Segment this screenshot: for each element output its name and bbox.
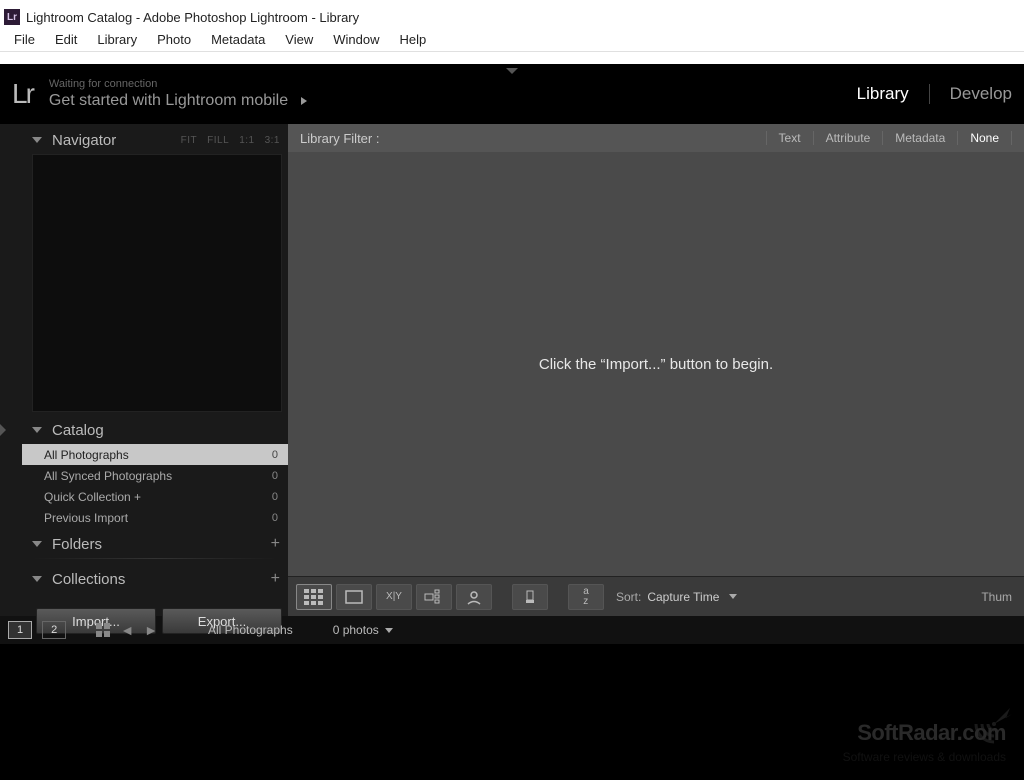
nav-zoom-fit[interactable]: FIT [181, 135, 198, 146]
dropdown-icon [385, 628, 393, 633]
connection-status: Waiting for connection [49, 78, 307, 90]
menubar: File Edit Library Photo Metadata View Wi… [0, 28, 1024, 52]
navigator-preview[interactable] [32, 154, 282, 412]
sort-label: Sort: [616, 590, 641, 604]
menu-library[interactable]: Library [87, 30, 147, 49]
filter-attribute[interactable]: Attribute [814, 131, 884, 145]
menu-window[interactable]: Window [323, 30, 389, 49]
catalog-panel: Catalog All Photographs 0 All Synced Pho… [22, 416, 288, 528]
menu-help[interactable]: Help [390, 30, 437, 49]
catalog-row-count: 0 [272, 449, 278, 461]
nav-zoom-3to1[interactable]: 3:1 [265, 135, 280, 146]
disclose-down-icon [32, 541, 42, 547]
get-started-label: Get started with Lightroom mobile [49, 92, 288, 109]
collections-header[interactable]: Collections + [22, 565, 288, 593]
module-develop[interactable]: Develop [950, 84, 1012, 104]
lightroom-logo: Lr [12, 78, 33, 110]
grid-view-icon[interactable] [296, 584, 332, 610]
add-collection-icon[interactable]: + [271, 570, 280, 588]
filmstrip[interactable] [0, 644, 1024, 706]
watermark-subtitle: Software reviews & downloads [843, 750, 1006, 764]
disclose-down-icon [32, 137, 42, 143]
work-area: Navigator FIT FILL 1:1 3:1 Catalog All [0, 124, 1024, 616]
main-window-button[interactable]: 1 [8, 621, 32, 639]
get-started-link[interactable]: Get started with Lightroom mobile [49, 92, 307, 110]
catalog-row-quick-collection[interactable]: Quick Collection + 0 [22, 486, 288, 507]
watermark: SoftRadar.com Software reviews & downloa… [843, 720, 1006, 764]
module-library[interactable]: Library [857, 84, 909, 104]
dropdown-icon [729, 594, 737, 599]
left-panel: Navigator FIT FILL 1:1 3:1 Catalog All [0, 124, 288, 616]
filter-metadata[interactable]: Metadata [883, 131, 958, 145]
disclose-down-icon [32, 576, 42, 582]
photo-count-text: 0 photos [333, 623, 379, 637]
menu-edit[interactable]: Edit [45, 30, 87, 49]
nav-zoom-fill[interactable]: FILL [207, 135, 229, 146]
menu-view[interactable]: View [275, 30, 323, 49]
app-chrome: Lr Waiting for connection Get started wi… [0, 64, 1024, 780]
watermark-brand: SoftRadar.com [843, 720, 1006, 746]
navigator-header[interactable]: Navigator FIT FILL 1:1 3:1 [22, 126, 288, 154]
disclose-down-icon [32, 427, 42, 433]
catalog-header[interactable]: Catalog [22, 416, 288, 444]
people-view-icon[interactable] [456, 584, 492, 610]
left-panel-handle-icon[interactable] [0, 424, 6, 436]
folders-title: Folders [52, 536, 102, 553]
catalog-title: Catalog [52, 422, 104, 439]
filter-text[interactable]: Text [766, 131, 814, 145]
loupe-view-icon[interactable] [336, 584, 372, 610]
toolbar: X|Y az Sort: Capture Time Thum [288, 576, 1024, 616]
catalog-row-all-photographs[interactable]: All Photographs 0 [22, 444, 288, 465]
folders-header[interactable]: Folders + [22, 530, 288, 558]
nav-forward-icon[interactable]: ► [144, 622, 158, 638]
window-title: Lightroom Catalog - Adobe Photoshop Ligh… [26, 10, 359, 25]
catalog-row-synced[interactable]: All Synced Photographs 0 [22, 465, 288, 486]
catalog-row-count: 0 [272, 512, 278, 524]
menu-file[interactable]: File [4, 30, 45, 49]
thumbnail-size-label: Thum [981, 590, 1016, 604]
photo-count[interactable]: 0 photos [333, 623, 393, 637]
second-window-button[interactable]: 2 [42, 621, 66, 639]
catalog-row-label: Quick Collection + [44, 490, 141, 504]
module-picker: Library Develop [857, 84, 1012, 104]
nav-back-icon[interactable]: ◄ [120, 622, 134, 638]
top-panel-handle-icon[interactable] [506, 68, 518, 74]
add-folder-icon[interactable]: + [271, 535, 280, 553]
catalog-row-label: Previous Import [44, 511, 128, 525]
app-icon: Lr [4, 9, 20, 25]
catalog-row-count: 0 [272, 470, 278, 482]
catalog-row-label: All Photographs [44, 448, 129, 462]
menu-metadata[interactable]: Metadata [201, 30, 275, 49]
collections-title: Collections [52, 571, 125, 588]
catalog-row-previous-import[interactable]: Previous Import 0 [22, 507, 288, 528]
survey-view-icon[interactable] [416, 584, 452, 610]
empty-state-message: Click the “Import...” button to begin. [539, 356, 773, 373]
play-arrow-icon [301, 97, 307, 105]
sort-control[interactable]: Sort: Capture Time [616, 590, 737, 604]
catalog-row-label: All Synced Photographs [44, 469, 172, 483]
library-filter-bar: Library Filter : Text Attribute Metadata… [288, 124, 1024, 152]
divider [32, 558, 278, 559]
filter-none[interactable]: None [958, 131, 1012, 145]
grid-view[interactable]: Click the “Import...” button to begin. [288, 152, 1024, 576]
compare-view-icon[interactable]: X|Y [376, 584, 412, 610]
library-filter-label: Library Filter : [300, 131, 379, 146]
titlebar: Lr Lightroom Catalog - Adobe Photoshop L… [0, 0, 1024, 28]
sort-value: Capture Time [647, 590, 719, 604]
module-separator [929, 84, 930, 104]
nav-zoom-1to1[interactable]: 1:1 [239, 135, 254, 146]
menu-photo[interactable]: Photo [147, 30, 201, 49]
status-source-path[interactable]: All Photographs [208, 623, 293, 637]
painter-tool-icon[interactable] [512, 584, 548, 610]
catalog-row-count: 0 [272, 491, 278, 503]
navigator-title: Navigator [52, 132, 116, 149]
grid-toggle-icon[interactable] [96, 623, 110, 637]
center-area: Library Filter : Text Attribute Metadata… [288, 124, 1024, 616]
navigator-panel: Navigator FIT FILL 1:1 3:1 [22, 126, 288, 412]
sort-direction-icon[interactable]: az [568, 584, 604, 610]
